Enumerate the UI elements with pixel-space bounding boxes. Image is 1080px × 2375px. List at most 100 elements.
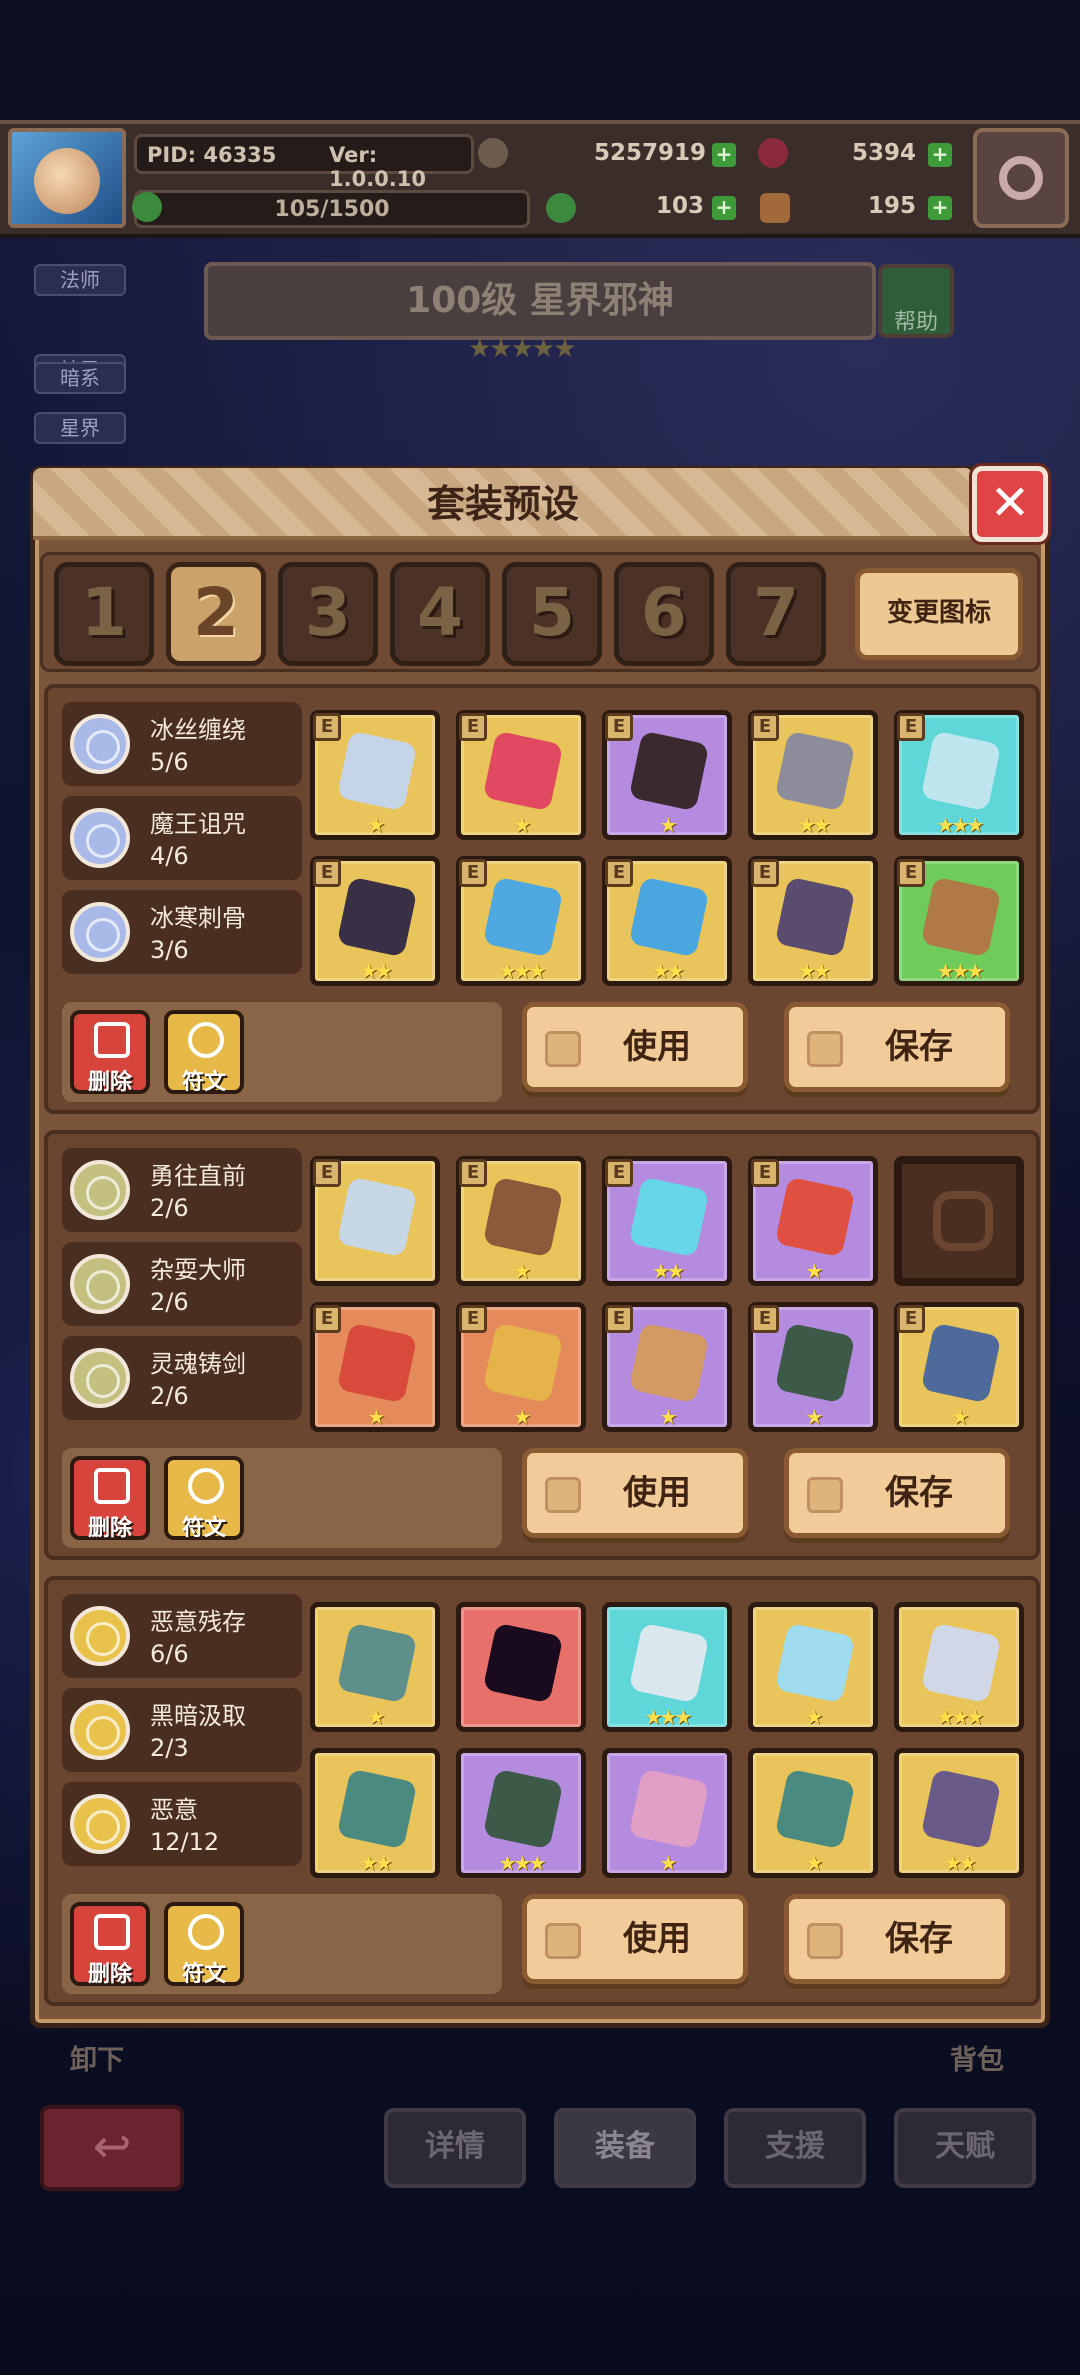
equipment-slot[interactable]: ★ xyxy=(748,1748,878,1878)
equipped-badge: E xyxy=(459,1159,487,1187)
item-star-rating: ★★ xyxy=(360,959,393,983)
use-button[interactable]: 使用 xyxy=(522,1002,748,1092)
check-icon xyxy=(545,1923,581,1959)
save-button[interactable]: 保存 xyxy=(784,1894,1010,1984)
nav-talent[interactable]: 天赋 xyxy=(894,2108,1036,2188)
nav-details[interactable]: 详情 xyxy=(384,2108,526,2188)
preset-tab-2[interactable]: 2 xyxy=(166,562,266,666)
item-star-rating: ★ xyxy=(659,813,678,837)
equipment-slot[interactable]: ★★ xyxy=(894,1748,1024,1878)
equipped-badge: E xyxy=(459,859,487,887)
save-label: 保存 xyxy=(885,1473,953,1513)
equipment-slot[interactable]: E ★ xyxy=(310,710,440,840)
nav-equipment[interactable]: 装备 xyxy=(554,2108,696,2188)
preset-tab-7[interactable]: 7 xyxy=(726,562,826,666)
close-button[interactable]: ✕ xyxy=(972,466,1048,542)
preset-tab-3[interactable]: 3 xyxy=(278,562,378,666)
equipment-slot[interactable]: ★ xyxy=(310,1602,440,1732)
bracer-icon xyxy=(774,876,856,958)
rune-button[interactable]: 符文 xyxy=(164,1902,244,1987)
preset-tab-6[interactable]: 6 xyxy=(614,562,714,666)
stamina-leaf-icon xyxy=(132,192,162,222)
nav-support[interactable]: 支援 xyxy=(724,2108,866,2188)
rune-button[interactable]: 符文 xyxy=(164,1456,244,1541)
equipped-badge: E xyxy=(751,713,779,741)
item-star-rating: ★ xyxy=(659,1405,678,1429)
rune-button[interactable]: 符文 xyxy=(164,1010,244,1095)
equipment-slot[interactable] xyxy=(456,1602,586,1732)
equipment-slot[interactable] xyxy=(894,1156,1024,1286)
equipment-slot[interactable]: E ★ xyxy=(456,710,586,840)
equipment-slot[interactable]: E ★ xyxy=(602,1302,732,1432)
preset-tab-1[interactable]: 1 xyxy=(54,562,154,666)
item-star-rating: ★★ xyxy=(652,1259,685,1283)
set-bonus-name: 恶意 xyxy=(150,1796,198,1824)
equipment-slot[interactable]: ★ xyxy=(602,1748,732,1878)
use-label: 使用 xyxy=(623,1919,691,1959)
settings-button[interactable] xyxy=(973,128,1069,228)
equipment-slot[interactable]: E ★★ xyxy=(748,856,878,986)
gem-add-icon[interactable]: + xyxy=(928,143,952,167)
equipment-slot[interactable]: E ★★★ xyxy=(894,710,1024,840)
delete-button[interactable]: 删除 xyxy=(70,1010,150,1095)
delete-label: 删除 xyxy=(87,1962,132,1987)
set-bonus-count: 3/6 xyxy=(150,936,189,964)
armor-icon xyxy=(482,876,564,958)
key-add-icon[interactable]: + xyxy=(928,196,952,220)
change-icon-button[interactable]: 变更图标 xyxy=(855,568,1023,660)
equipment-slot[interactable]: E ★★ xyxy=(602,856,732,986)
hero-tag-realm: 星界 xyxy=(34,412,126,444)
use-button[interactable]: 使用 xyxy=(522,1894,748,1984)
crown-icon xyxy=(336,1322,418,1404)
equipped-badge: E xyxy=(751,1305,779,1333)
set-bonus-icon xyxy=(70,1794,130,1854)
gold-add-icon[interactable]: + xyxy=(712,143,736,167)
save-button[interactable]: 保存 xyxy=(784,1448,1010,1538)
equipment-slot[interactable]: ★★★ xyxy=(894,1602,1024,1732)
equipped-badge: E xyxy=(751,1159,779,1187)
delete-button[interactable]: 删除 xyxy=(70,1902,150,1987)
equipment-slot[interactable]: E ★ xyxy=(894,1302,1024,1432)
check-icon xyxy=(545,1031,581,1067)
staff-icon xyxy=(336,730,418,812)
equipment-slot[interactable]: E ★★ xyxy=(748,710,878,840)
equipment-slot[interactable]: E ★ xyxy=(748,1302,878,1432)
help-label: 帮助 xyxy=(893,310,938,335)
equipment-slot[interactable]: E xyxy=(310,1156,440,1286)
delete-button[interactable]: 删除 xyxy=(70,1456,150,1541)
equipment-slot[interactable]: ★ xyxy=(748,1602,878,1732)
set-bonus-count: 4/6 xyxy=(150,842,189,870)
set-bonus-row: 勇往直前 2/6 xyxy=(62,1148,302,1232)
stamina-bar: 105/1500 xyxy=(134,190,530,228)
equipment-slot[interactable]: E ★★★ xyxy=(894,856,1024,986)
player-avatar[interactable] xyxy=(8,128,126,228)
save-arrow-icon xyxy=(807,1477,843,1513)
bag-label[interactable]: 背包 xyxy=(950,2038,1004,2077)
equipment-slot[interactable]: E ★ xyxy=(748,1156,878,1286)
equipment-slot[interactable]: E ★ xyxy=(456,1302,586,1432)
equipment-slot[interactable]: E ★ xyxy=(602,710,732,840)
preset-tab-4[interactable]: 4 xyxy=(390,562,490,666)
set-bonus-row: 魔王诅咒 4/6 xyxy=(62,796,302,880)
equipment-slot[interactable]: E ★★★ xyxy=(456,856,586,986)
back-button[interactable]: ↩ xyxy=(40,2105,184,2191)
equipment-slot[interactable]: E ★ xyxy=(456,1156,586,1286)
item-star-rating: ★★★ xyxy=(936,1705,985,1729)
equipment-slot[interactable]: ★★ xyxy=(310,1748,440,1878)
equipped-badge: E xyxy=(313,1159,341,1187)
help-button[interactable]: 帮助 xyxy=(878,264,954,338)
bear-doll-icon xyxy=(482,730,564,812)
equipped-badge: E xyxy=(897,713,925,741)
equipment-slot[interactable]: E ★ xyxy=(310,1302,440,1432)
use-button[interactable]: 使用 xyxy=(522,1448,748,1538)
equipment-slot[interactable]: ★★★ xyxy=(456,1748,586,1878)
unequip-label[interactable]: 卸下 xyxy=(70,2038,124,2077)
clover-add-icon[interactable]: + xyxy=(712,196,736,220)
save-button[interactable]: 保存 xyxy=(784,1002,1010,1092)
preset-tab-5[interactable]: 5 xyxy=(502,562,602,666)
set-bonus-icon xyxy=(70,1348,130,1408)
equipment-slot[interactable]: E ★★ xyxy=(602,1156,732,1286)
equipment-slot[interactable]: E ★★ xyxy=(310,856,440,986)
equipment-slot[interactable]: ★★★ xyxy=(602,1602,732,1732)
set-bonus-row: 灵魂铸剑 2/6 xyxy=(62,1336,302,1420)
